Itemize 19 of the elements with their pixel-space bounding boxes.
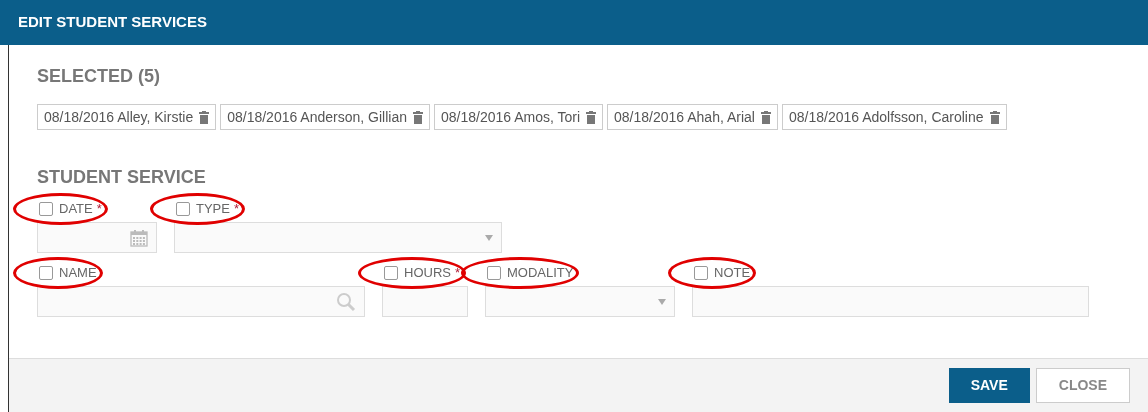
field-label: NOTE — [714, 264, 751, 283]
required-mark: * — [454, 264, 460, 283]
chip-label: 08/18/2016 Alley, Kirstie — [44, 107, 194, 127]
chip-label: 08/18/2016 Adolfsson, Caroline — [788, 107, 984, 127]
section-heading: STUDENT SERVICE — [37, 166, 207, 189]
close-button[interactable]: CLOSE — [1035, 368, 1130, 403]
chip-label: 08/18/2016 Amos, Tori — [441, 107, 581, 127]
required-mark: * — [233, 200, 240, 219]
field-label: MODALITY — [507, 264, 574, 283]
field-label: DATE — [59, 200, 93, 219]
chip-label: 08/18/2016 Ahah, Arial — [614, 107, 755, 127]
required-mark: * — [96, 200, 102, 219]
field-label: HOURS — [404, 264, 451, 283]
section-heading: SELECTED (5) — [37, 65, 161, 88]
chip-label: 08/18/2016 Anderson, Gillian — [227, 107, 407, 127]
field-label: NAME — [59, 264, 97, 283]
field-label: TYPE — [196, 200, 230, 219]
save-button[interactable]: SAVE — [948, 368, 1030, 403]
window-title: EDIT STUDENT SERVICES — [18, 12, 207, 33]
